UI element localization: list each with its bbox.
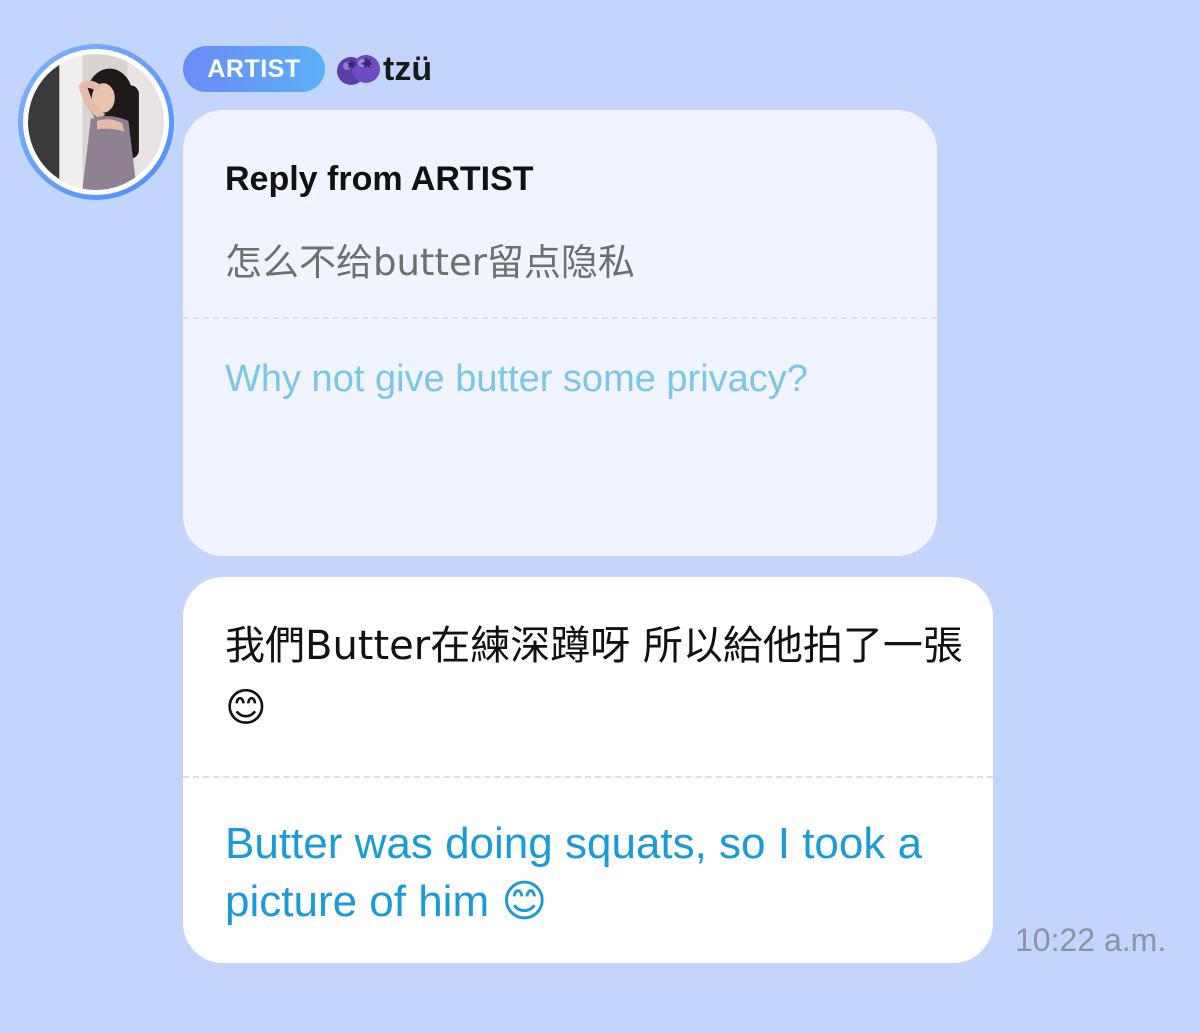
reply-bubble[interactable]: Reply from ARTIST 怎么不给butter留点隐私 Why not… [183, 110, 937, 556]
message-translated-text: Butter was doing squats, so I took a pic… [225, 819, 923, 926]
artist-profile-photo [28, 54, 164, 190]
translation-divider [183, 776, 993, 778]
artist-badge: ARTIST [183, 46, 325, 92]
artist-name-row[interactable]: tzü [335, 44, 432, 94]
message-original-text: 我們Butter在練深蹲呀 所以給他拍了一張😊 [225, 623, 963, 731]
message-timestamp: 10:22 a.m. [1015, 922, 1167, 958]
reply-translated-text: Why not give butter some privacy? [225, 358, 808, 400]
translation-divider [183, 317, 937, 319]
message-bubble[interactable]: 我們Butter在練深蹲呀 所以給他拍了一張😊 Butter was doing… [183, 577, 993, 963]
reply-original-text: 怎么不给butter留点隐私 [225, 241, 635, 284]
artist-name: tzü [383, 49, 433, 88]
artist-avatar[interactable] [18, 44, 174, 200]
avatar-frame [23, 49, 169, 195]
blueberry-icon [337, 55, 380, 85]
reply-title: Reply from ARTIST [225, 160, 534, 198]
artist-badge-label: ARTIST [207, 54, 301, 83]
